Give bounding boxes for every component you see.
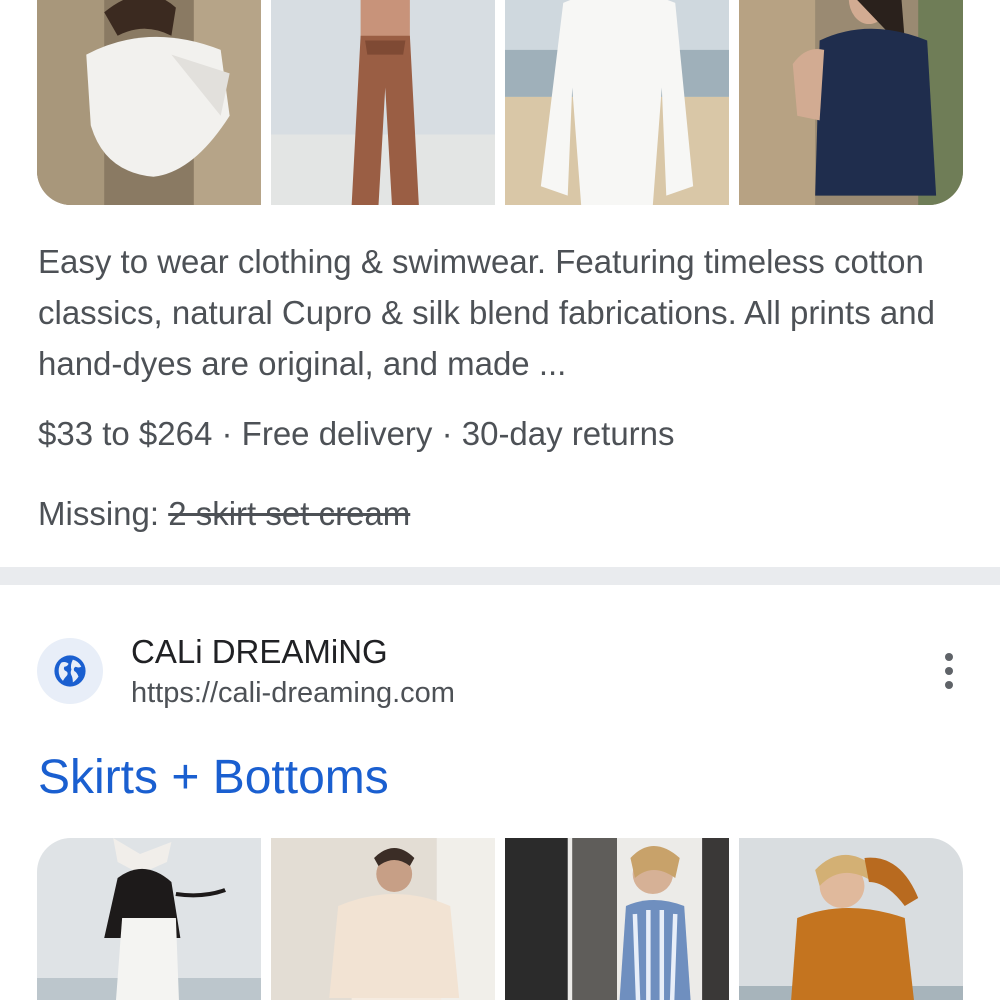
result-description: Easy to wear clothing & swimwear. Featur… [38,243,935,382]
price-range: $33 to $264 [38,415,213,452]
more-vert-icon[interactable] [930,648,968,694]
site-url[interactable]: https://cali-dreaming.com [131,674,455,712]
product-image[interactable] [505,838,729,1000]
menu-dot [945,653,953,661]
site-name[interactable]: CALi DREAMiNG [131,631,388,673]
product-image[interactable] [271,838,495,1000]
missing-terms: 2 skirt set cream [168,495,411,532]
product-image[interactable] [271,0,495,205]
search-results-page: Easy to wear clothing & swimwear. Featur… [0,0,1000,1000]
globe-icon [54,655,86,687]
result-title-link[interactable]: Skirts + Bottoms [38,748,389,808]
separator: · [212,415,242,452]
product-image[interactable] [739,0,963,205]
missing-label: Missing: [38,495,160,532]
menu-dot [945,681,953,689]
product-image[interactable] [37,0,261,205]
second-result-image-strip[interactable] [37,838,963,1000]
result-shopping-info: $33 to $264 · Free delivery · 30-day ret… [38,413,675,455]
product-image[interactable] [37,838,261,1000]
missing-terms-row: Missing: 2 skirt set cream [38,493,410,535]
returns-info: 30-day returns [461,415,675,452]
product-image[interactable] [739,838,963,1000]
product-image[interactable] [505,0,729,205]
top-result-image-strip[interactable] [37,0,963,205]
menu-dot [945,667,953,675]
site-favicon[interactable] [37,638,103,704]
delivery-info: Free delivery [241,415,433,452]
separator: · [432,415,462,452]
result-divider [0,567,1000,585]
